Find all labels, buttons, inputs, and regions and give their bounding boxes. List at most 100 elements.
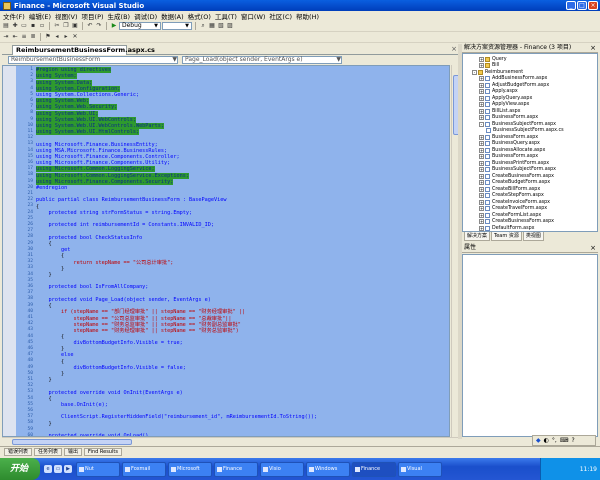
expand-icon[interactable]: + — [479, 186, 484, 192]
expand-icon[interactable]: + — [479, 102, 484, 108]
clear-bookmarks-icon[interactable]: ✕ — [71, 33, 79, 41]
ie-icon[interactable]: e — [44, 465, 52, 473]
add-item-icon[interactable]: ✚ — [11, 22, 19, 30]
code-line[interactable]: protected int reimbursementId = Constant… — [36, 222, 214, 228]
code-line[interactable]: protected bool IsFromAllCompany; — [36, 284, 148, 290]
outdent-icon[interactable]: ⇤ — [11, 33, 19, 41]
find-icon[interactable]: ⌕ — [199, 22, 207, 30]
expand-icon[interactable]: + — [479, 212, 484, 218]
code-line[interactable]: base.OnInit(e); — [36, 402, 108, 408]
menu-item[interactable]: 窗口(W) — [241, 11, 266, 21]
expand-icon[interactable]: + — [479, 76, 484, 82]
uncomment-icon[interactable]: ≣ — [29, 33, 37, 41]
expand-icon[interactable]: + — [479, 63, 484, 69]
taskbar-button[interactable]: Microsoft — [168, 461, 212, 477]
minimize-button[interactable]: _ — [566, 1, 576, 10]
expand-icon[interactable]: + — [479, 173, 484, 179]
expand-icon[interactable]: + — [479, 160, 484, 166]
code-line[interactable]: protected bool CheckStatusInfo — [36, 234, 142, 241]
member-dropdown[interactable]: Page_Load(object sender, EventArgs e) ▼ — [182, 56, 342, 64]
code-line[interactable]: protected override void OnInit(EventArgs… — [36, 389, 182, 396]
code-line[interactable]: protected string strFormStatus = string.… — [36, 210, 192, 216]
expand-icon[interactable]: + — [479, 180, 484, 186]
collapse-icon[interactable]: - — [479, 121, 484, 127]
toolbox-icon[interactable]: ▨ — [226, 22, 234, 30]
redo-icon[interactable]: ↷ — [95, 22, 103, 30]
expand-icon[interactable]: + — [479, 82, 484, 88]
code-line[interactable]: } — [36, 272, 51, 278]
menu-item[interactable]: 格式(O) — [188, 11, 211, 21]
expand-icon[interactable]: + — [479, 115, 484, 121]
taskbar-button[interactable]: Finance — [214, 461, 258, 477]
taskbar-button[interactable]: Finance — [352, 461, 396, 477]
code-line[interactable]: ClientScript.RegisterHiddenField("reimbu… — [36, 414, 317, 420]
solution-tree-item[interactable]: + DefaultForm.aspx — [479, 225, 534, 231]
expand-icon[interactable]: + — [479, 206, 484, 212]
undo-icon[interactable]: ↶ — [86, 22, 94, 30]
menu-item[interactable]: 编辑(E) — [29, 11, 51, 21]
solution-explorer-icon[interactable]: ▦ — [208, 22, 216, 30]
next-bookmark-icon[interactable]: ▸ — [62, 33, 70, 41]
tool-window-tab[interactable]: 任务列表 — [34, 447, 63, 456]
media-icon[interactable]: ▶ — [64, 465, 72, 473]
close-button[interactable]: × — [588, 1, 598, 10]
expand-icon[interactable]: + — [479, 199, 484, 205]
code-text-area[interactable]: #region using directives using System; usi… — [34, 66, 449, 436]
expand-icon[interactable]: + — [479, 154, 484, 160]
solution-config-select[interactable]: Debug ▼ — [119, 22, 161, 30]
code-line[interactable]: } — [36, 420, 51, 427]
editor-horizontal-scrollbar[interactable] — [2, 437, 460, 445]
prev-bookmark-icon[interactable]: ◂ — [53, 33, 61, 41]
editor-gutter[interactable] — [3, 66, 16, 436]
code-line[interactable]: protected void Page_Load(object sender, … — [36, 296, 210, 303]
menu-item[interactable]: 调试(D) — [134, 11, 157, 21]
code-line[interactable]: } — [36, 377, 51, 383]
close-document-icon[interactable]: × — [451, 45, 457, 53]
paste-icon[interactable]: ▣ — [71, 22, 79, 30]
taskbar-button[interactable]: Windows — [306, 461, 350, 477]
collapse-icon[interactable]: - — [472, 69, 477, 75]
type-dropdown[interactable]: ReimbursementBusinessForm ▼ — [8, 56, 178, 64]
maximize-button[interactable]: □ — [577, 1, 587, 10]
panel-tab[interactable]: Team 资源 — [491, 232, 522, 241]
taskbar-button[interactable]: Visio — [260, 461, 304, 477]
expand-icon[interactable]: + — [479, 141, 484, 147]
clock[interactable]: 11:19 — [580, 466, 597, 473]
properties-panel[interactable] — [462, 254, 598, 437]
menu-item[interactable]: 生成(B) — [108, 11, 131, 21]
menu-item[interactable]: 帮助(H) — [296, 11, 319, 21]
menu-item[interactable]: 文件(F) — [3, 11, 25, 21]
ime-icon[interactable]: ◆ — [536, 437, 541, 444]
tool-window-tab[interactable]: 错误列表 — [4, 447, 33, 456]
menu-item[interactable]: 数据(A) — [161, 11, 184, 21]
expand-icon[interactable]: + — [479, 56, 484, 62]
expand-icon[interactable]: + — [479, 193, 484, 199]
bookmark-icon[interactable]: ⚑ — [44, 33, 52, 41]
expand-icon[interactable]: + — [479, 225, 484, 231]
code-line[interactable]: public partial class ReimbursementBusine… — [36, 197, 227, 203]
panel-tab[interactable]: 解决方案 — [464, 232, 491, 241]
panel-tab[interactable]: 类视图 — [522, 232, 544, 241]
save-all-icon[interactable]: ▫ — [38, 22, 46, 30]
save-icon[interactable]: ▪ — [29, 22, 37, 30]
cut-icon[interactable]: ✂ — [53, 22, 61, 30]
start-debug-icon[interactable]: ▶ — [110, 22, 118, 30]
tool-window-tab[interactable]: Find Results — [84, 447, 122, 456]
ime-mode-icon[interactable]: ◐ — [544, 437, 549, 444]
expand-icon[interactable]: + — [479, 167, 484, 173]
ime-keyboard-icon[interactable]: ⌨ — [560, 437, 569, 444]
code-line[interactable]: using System.Web.UI.HtmlControls; — [36, 129, 140, 136]
ime-punct-icon[interactable]: °, — [552, 437, 557, 444]
indent-icon[interactable]: ⇥ — [2, 33, 10, 41]
menu-item[interactable]: 工具(T) — [215, 11, 237, 21]
expand-icon[interactable]: + — [479, 89, 484, 95]
expand-icon[interactable]: + — [479, 108, 484, 114]
tool-window-tab[interactable]: 输出 — [64, 447, 83, 456]
taskbar-button[interactable]: Foxmail — [122, 461, 166, 477]
copy-icon[interactable]: ❐ — [62, 22, 70, 30]
properties-icon[interactable]: ▧ — [217, 22, 225, 30]
taskbar-button[interactable]: Visual — [398, 461, 442, 477]
close-panel-icon[interactable]: × — [590, 44, 596, 52]
open-icon[interactable]: ▭ — [20, 22, 28, 30]
code-editor[interactable]: #region using directives using System; usi… — [2, 65, 450, 437]
